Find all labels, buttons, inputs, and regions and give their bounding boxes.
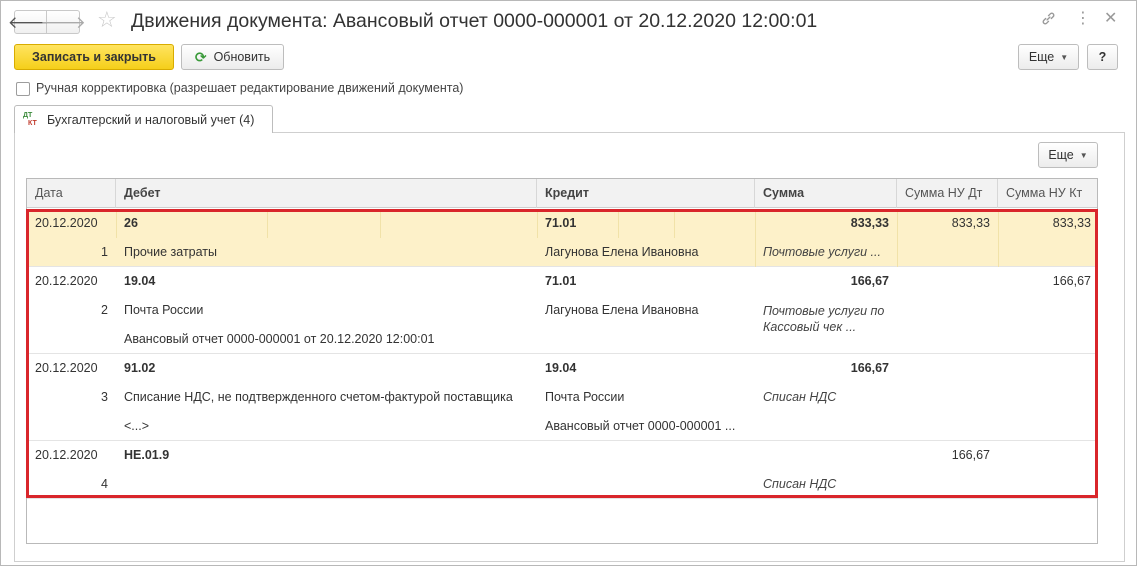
- more-menu-label: Еще: [1028, 50, 1055, 64]
- row-credit-account: 19.04: [545, 361, 577, 375]
- more-vertical-icon[interactable]: ⋮: [1075, 11, 1091, 27]
- column-header-sum-nu-dt[interactable]: Сумма НУ Дт: [897, 179, 998, 208]
- table-row[interactable]: 20.12.2020 91.02 19.04 166,67 3 Списание…: [27, 354, 1097, 441]
- row-content: Списан НДС: [763, 477, 837, 491]
- row-date: 20.12.2020: [35, 274, 98, 288]
- row-debit-subconto: Почта России: [124, 303, 204, 317]
- tab-accounting-tax-label: Бухгалтерский и налоговый учет (4): [47, 112, 255, 127]
- row-sum: 166,67: [850, 274, 889, 288]
- row-credit-subconto: Почта России: [545, 390, 625, 404]
- row-sum-nu-kt: 833,33: [1052, 216, 1091, 230]
- row-sum: 833,33: [850, 216, 889, 230]
- tab-accounting-tax[interactable]: ДТ КТ Бухгалтерский и налоговый учет (4): [14, 105, 273, 133]
- row-number: 2: [101, 303, 108, 317]
- row-credit-subconto: Лагунова Елена Ивановна: [545, 303, 699, 317]
- row-debit-account: НЕ.01.9: [124, 448, 170, 462]
- link-icon[interactable]: [1041, 11, 1056, 29]
- row-sum-nu-dt: 166,67: [951, 448, 990, 462]
- row-credit-account: 71.01: [545, 274, 577, 288]
- more-menu-button[interactable]: Еще ▼: [1018, 44, 1079, 70]
- dt-kt-icon: ДТ КТ: [23, 111, 37, 127]
- row-credit-account: 71.01: [545, 216, 577, 230]
- refresh-icon: ⟳: [194, 48, 207, 65]
- row-number: 1: [101, 245, 108, 259]
- save-and-close-button[interactable]: Записать и закрыть: [14, 44, 174, 70]
- row-debit-subconto: Прочие затраты: [124, 245, 218, 259]
- refresh-label: Обновить: [213, 50, 271, 64]
- column-header-sum-nu-kt[interactable]: Сумма НУ Кт: [998, 179, 1097, 208]
- row-number: 4: [101, 477, 108, 491]
- row-debit-subconto-2: Авансовый отчет 0000-000001 от 20.12.202…: [124, 332, 435, 346]
- row-content: Списан НДС: [763, 390, 837, 404]
- row-debit-subconto-2: <...>: [124, 419, 150, 433]
- movements-table: Дата Дебет Кредит Сумма Сумма НУ Дт Сумм…: [26, 178, 1098, 544]
- manual-correction-label[interactable]: Ручная корректировка (разрешает редактир…: [36, 81, 463, 95]
- table-header: Дата Дебет Кредит Сумма Сумма НУ Дт Сумм…: [27, 179, 1097, 208]
- table-row[interactable]: 20.12.2020 19.04 71.01 166,67 166,67 2 П…: [27, 267, 1097, 354]
- row-date: 20.12.2020: [35, 361, 98, 375]
- row-debit-account: 91.02: [124, 361, 156, 375]
- row-content: Почтовые услуги по Кассовый чек ...: [763, 304, 885, 334]
- row-date: 20.12.2020: [35, 216, 98, 230]
- row-content: Почтовые услуги ...: [763, 245, 881, 259]
- help-button[interactable]: ?: [1087, 44, 1118, 70]
- refresh-button[interactable]: ⟳ Обновить: [181, 44, 284, 70]
- column-header-debit[interactable]: Дебет: [116, 179, 537, 208]
- caret-down-icon: ▼: [1079, 150, 1088, 160]
- arrow-right-icon: 🡒: [40, 12, 86, 32]
- row-sum-nu-kt: 166,67: [1052, 274, 1091, 288]
- document-movements-window: 🡐 🡒 ☆ Движения документа: Авансовый отче…: [0, 0, 1137, 566]
- column-header-credit[interactable]: Кредит: [537, 179, 755, 208]
- star-icon[interactable]: ☆: [97, 9, 117, 31]
- caret-down-icon: ▼: [1060, 52, 1069, 62]
- close-icon[interactable]: ✕: [1104, 11, 1117, 27]
- save-and-close-label: Записать и закрыть: [32, 50, 156, 64]
- table-row[interactable]: 20.12.2020 26 71.01 833,33 833,33 833,33…: [27, 209, 1097, 267]
- row-date: 20.12.2020: [35, 448, 98, 462]
- row-credit-subconto-2: Авансовый отчет 0000-000001 ...: [545, 419, 736, 433]
- manual-correction-checkbox[interactable]: [16, 82, 30, 96]
- row-sum-nu-dt: 833,33: [951, 216, 990, 230]
- row-number: 3: [101, 390, 108, 404]
- row-debit-subconto: Списание НДС, не подтвержденного счетом-…: [124, 390, 513, 404]
- row-credit-subconto: Лагунова Елена Ивановна: [545, 245, 699, 259]
- table-row[interactable]: 20.12.2020 НЕ.01.9 166,67 4 Списан НДС: [27, 441, 1097, 499]
- row-debit-account: 26: [124, 216, 138, 230]
- row-debit-account: 19.04: [124, 274, 156, 288]
- column-header-date[interactable]: Дата: [27, 179, 116, 208]
- help-label: ?: [1098, 50, 1107, 64]
- grid-more-button[interactable]: Еще ▼: [1038, 142, 1098, 168]
- row-sum: 166,67: [850, 361, 889, 375]
- window-title: Движения документа: Авансовый отчет 0000…: [131, 10, 818, 32]
- forward-button[interactable]: 🡒: [40, 10, 86, 34]
- column-header-sum[interactable]: Сумма: [755, 179, 897, 208]
- grid-more-label: Еще: [1048, 148, 1074, 162]
